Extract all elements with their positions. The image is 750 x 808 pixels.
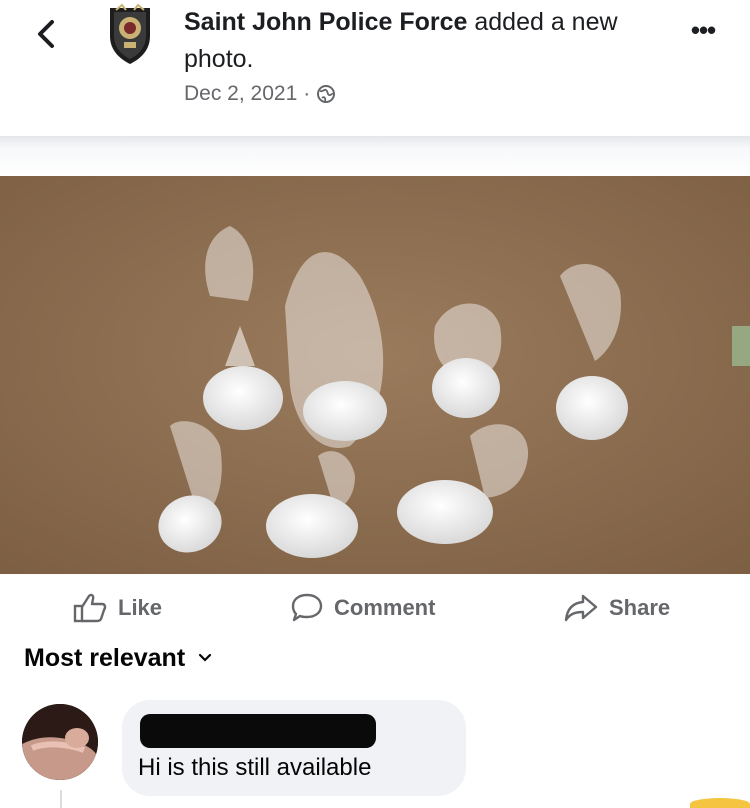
- share-arrow-icon: [564, 594, 598, 622]
- more-options-button[interactable]: •••: [678, 10, 728, 50]
- post-header: Saint John Police Force added a new phot…: [0, 0, 750, 136]
- back-button[interactable]: [26, 14, 66, 54]
- like-label: Like: [118, 595, 163, 620]
- comment-item: Hi is this still available: [22, 700, 742, 800]
- post-subline: Dec 2, 2021 ·: [184, 82, 664, 106]
- chevron-left-icon: [38, 20, 54, 48]
- commenter-photo: [22, 704, 98, 780]
- page-avatar[interactable]: [104, 2, 156, 66]
- comment-label: Comment: [334, 595, 436, 620]
- post-date[interactable]: Dec 2, 2021: [184, 82, 297, 106]
- section-divider: [0, 136, 750, 176]
- comment-button[interactable]: Comment: [290, 584, 435, 632]
- post-actions: Like Comment Share: [0, 584, 750, 632]
- comment-text: Hi is this still available: [138, 754, 372, 781]
- like-button[interactable]: Like: [72, 584, 162, 632]
- reaction-partial: [690, 798, 750, 808]
- comment-bubble[interactable]: Hi is this still available: [122, 700, 466, 796]
- share-label: Share: [609, 595, 671, 620]
- sort-label: Most relevant: [24, 643, 186, 672]
- page-name-link[interactable]: Saint John Police Force: [184, 8, 467, 36]
- more-options-icon: •••: [690, 14, 716, 45]
- globe-icon: [317, 85, 336, 103]
- separator-dot: ·: [303, 82, 311, 105]
- post-meta: Saint John Police Force added a new phot…: [184, 4, 664, 106]
- redacted-commenter-name: [140, 714, 376, 748]
- thread-line: [60, 790, 62, 808]
- commenter-avatar[interactable]: [22, 704, 98, 780]
- post-headline: Saint John Police Force added a new phot…: [184, 4, 664, 78]
- comment-sort-dropdown[interactable]: Most relevant: [24, 638, 213, 678]
- police-crest-icon: [110, 3, 150, 64]
- share-button[interactable]: Share: [563, 584, 670, 632]
- post-photo[interactable]: [0, 176, 750, 574]
- chevron-down-icon: [199, 653, 212, 662]
- photo-image: [0, 176, 750, 574]
- thumbs-up-icon: [73, 593, 107, 623]
- speech-bubble-icon: [291, 593, 323, 622]
